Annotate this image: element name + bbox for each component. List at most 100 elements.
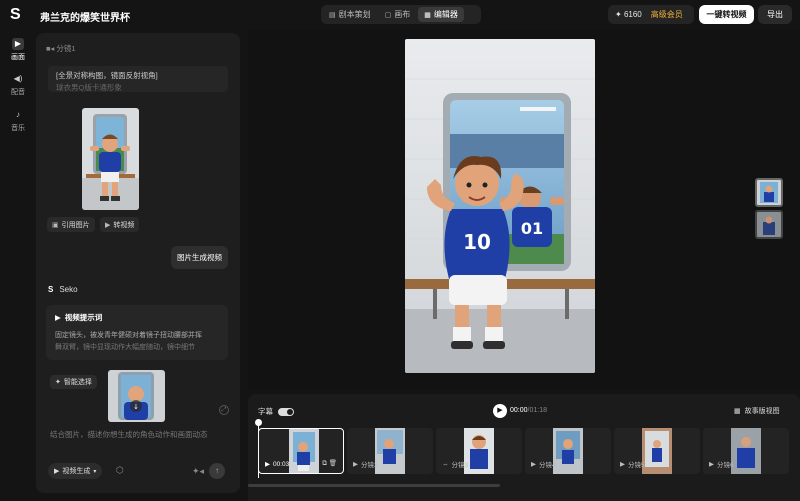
to-video-chip[interactable]: ▶ 转视频 [100, 217, 140, 232]
play-square-icon: ▶ [620, 461, 625, 468]
card-body-line: 舞双臂，镜中显现动作大幅度随动，镜中细节 [55, 344, 195, 351]
rail-label: 画面 [11, 54, 25, 61]
timeline-panel: 字幕 ▶ 00:00/01:18 ▦ 故事版视图 ▶ 00:03 ⧉ 🗑 ▶ 分镜2… [248, 394, 800, 501]
play-square-icon: ▶ [531, 461, 536, 468]
camera-icon: ■◂ [46, 44, 55, 53]
timeline-clip[interactable]: ▶ 分镜6 [703, 428, 789, 474]
shot-description: [全景对称构图，镜面反射视角] 球衣男Q版卡通形象 [48, 66, 228, 92]
music-icon: ♪ [16, 110, 20, 119]
project-title[interactable]: 弗兰克的爆笑世界杯 [40, 9, 130, 24]
side-thumbnail-2[interactable] [755, 210, 783, 239]
rail-item-video[interactable]: ▶ 画面 [0, 38, 36, 62]
timeline-clip[interactable]: ▶ 00:03 ⧉ 🗑 [258, 428, 344, 474]
script-icon: ▤ [329, 11, 336, 19]
toggle-switch[interactable] [278, 407, 294, 416]
timeline-clip[interactable]: ▶ 分镜2 [347, 428, 433, 474]
clip-actions[interactable]: ⧉ 🗑 [322, 459, 337, 468]
send-button[interactable]: ↑ [209, 463, 225, 479]
voice-input-icon[interactable]: ✦◂ [192, 466, 204, 477]
timeline-scrollbar[interactable] [248, 484, 500, 487]
storyboard-view-button[interactable]: ▦ 故事版视图 [734, 406, 780, 416]
clip-name: 分镜4 [539, 462, 556, 469]
canvas-icon: ▢ [384, 11, 392, 19]
svg-text:10: 10 [463, 230, 491, 254]
video-prompt-card[interactable]: ▶ 视频提示词 固定镜头，被发青年健硕对着镜子扭动腰部并挥 舞双臂，镜中显现动作… [46, 305, 228, 360]
left-rail: ▶ 画面 ◀) 配音 ♪ 音乐 [0, 30, 36, 501]
tab-editor[interactable]: ▦ 编辑器 [418, 7, 464, 22]
copy-icon[interactable]: ⧉ [322, 460, 327, 467]
tab-label: 编辑器 [433, 10, 458, 19]
chip-label: 转视频 [113, 221, 135, 229]
card-title-text: 视频提示词 [64, 313, 103, 322]
rail-label: 音乐 [11, 125, 25, 132]
play-square-icon: ▶ [105, 221, 111, 229]
time-readout: 00:00/01:18 [510, 407, 547, 414]
credits-badge[interactable]: ✦ 6160 高级会员 [608, 5, 694, 24]
play-square-icon: ▶ [265, 461, 270, 468]
chip-label: 引用图片 [61, 221, 90, 229]
editor-icon: ▦ [424, 11, 431, 19]
current-time: 00:00 [510, 407, 528, 414]
timeline-clip[interactable]: ▶ 分镜4 [525, 428, 611, 474]
wand-icon: ✦ [55, 379, 61, 386]
speaker-icon: ◀) [13, 74, 23, 83]
credits-value: ✦ 6160 [615, 10, 642, 19]
total-time: /01:18 [527, 407, 547, 414]
convert-video-button[interactable]: 一键转视频 [699, 5, 754, 24]
tab-label: 剧本策划 [338, 10, 371, 19]
tab-canvas[interactable]: ▢ 画布 [379, 7, 417, 22]
expand-icon[interactable]: ⤢ [219, 405, 229, 415]
vip-badge: 高级会员 [650, 10, 683, 19]
card-body: 固定镜头，被发青年健硕对着镜子扭动腰部并挥 舞双臂，镜中显现动作大幅度随动，镜中… [55, 330, 219, 354]
app-logo-icon[interactable]: S [10, 6, 24, 23]
chat-panel: ■◂ 分镜1 [全景对称构图，镜面反射视角] 球衣男Q版卡通形象 ▣ 引用图片 … [36, 33, 240, 493]
export-button[interactable]: 导出 [758, 5, 792, 24]
play-button[interactable]: ▶ [493, 404, 507, 418]
play-square-icon: ▶ [709, 461, 714, 468]
clip-label: ▶ 分镜6 [709, 459, 734, 469]
rail-item-voice[interactable]: ◀) 配音 [0, 73, 36, 97]
clip-name: 分镜2 [361, 462, 378, 469]
trash-icon[interactable]: 🗑 [329, 460, 337, 467]
svg-text:01: 01 [521, 219, 543, 238]
clip-name: 分镜6 [717, 462, 734, 469]
clip-label: ▶ 分镜4 [531, 459, 556, 469]
image-icon: ▣ [52, 221, 59, 229]
story-view-label: 故事版视图 [744, 408, 780, 415]
assistant-name: Seko [59, 285, 78, 294]
tab-label: 画布 [394, 10, 411, 19]
chevron-down-icon: ▾ [93, 468, 97, 475]
cube-icon[interactable]: ⬡ [116, 465, 124, 476]
clip-name: 分镜3 [451, 462, 469, 469]
video-icon: ▶ [12, 38, 24, 50]
clip-label: ▶ 分镜2 [353, 459, 378, 469]
video-icon: ▶ [54, 468, 60, 475]
shot-text-line: 球衣男Q版卡通形象 [56, 83, 122, 92]
shot-text-line: [全景对称构图，镜面反射视角] [56, 71, 158, 80]
card-title: ▶ 视频提示词 [55, 312, 219, 323]
shot-label: 分镜1 [56, 44, 76, 53]
svg-text:↓: ↓ [133, 403, 139, 411]
play-square-icon: ▶ [55, 313, 61, 322]
prompt-input[interactable]: 结合图片，描述你想生成的角色动作和画面动态 [50, 429, 208, 440]
reference-image-chip[interactable]: ▣ 引用图片 [47, 217, 95, 232]
reference-thumbnail[interactable]: ↓ [108, 370, 165, 422]
card-body-line: 固定镜头，被发青年健硕对着镜子扭动腰部并挥 [55, 332, 202, 339]
timeline-clip[interactable]: ⇔ 分镜3 [436, 428, 522, 474]
video-preview[interactable]: 01 10 [405, 39, 595, 373]
grid-icon: ▦ [734, 408, 741, 415]
smart-select-button[interactable]: ✦ 智能选择 [50, 375, 97, 389]
seko-logo-icon: S [48, 285, 54, 294]
side-thumbnail-1[interactable] [755, 178, 783, 207]
tab-script[interactable]: ▤ 剧本策划 [323, 7, 377, 22]
link-icon: ⇔ [442, 460, 449, 468]
subtitle-toggle[interactable]: 字幕 [258, 406, 294, 417]
playhead[interactable] [255, 419, 262, 478]
generated-image-thumbnail[interactable] [82, 108, 139, 210]
timeline-clip[interactable]: ▶ 分镜5 [614, 428, 700, 474]
generation-mode-select[interactable]: ▶ 视频生成 ▾ [48, 463, 103, 479]
rail-label: 配音 [11, 89, 25, 96]
rail-item-music[interactable]: ♪ 音乐 [0, 109, 36, 133]
clip-name: 分镜5 [628, 462, 645, 469]
clip-time: 00:03 [273, 460, 290, 468]
